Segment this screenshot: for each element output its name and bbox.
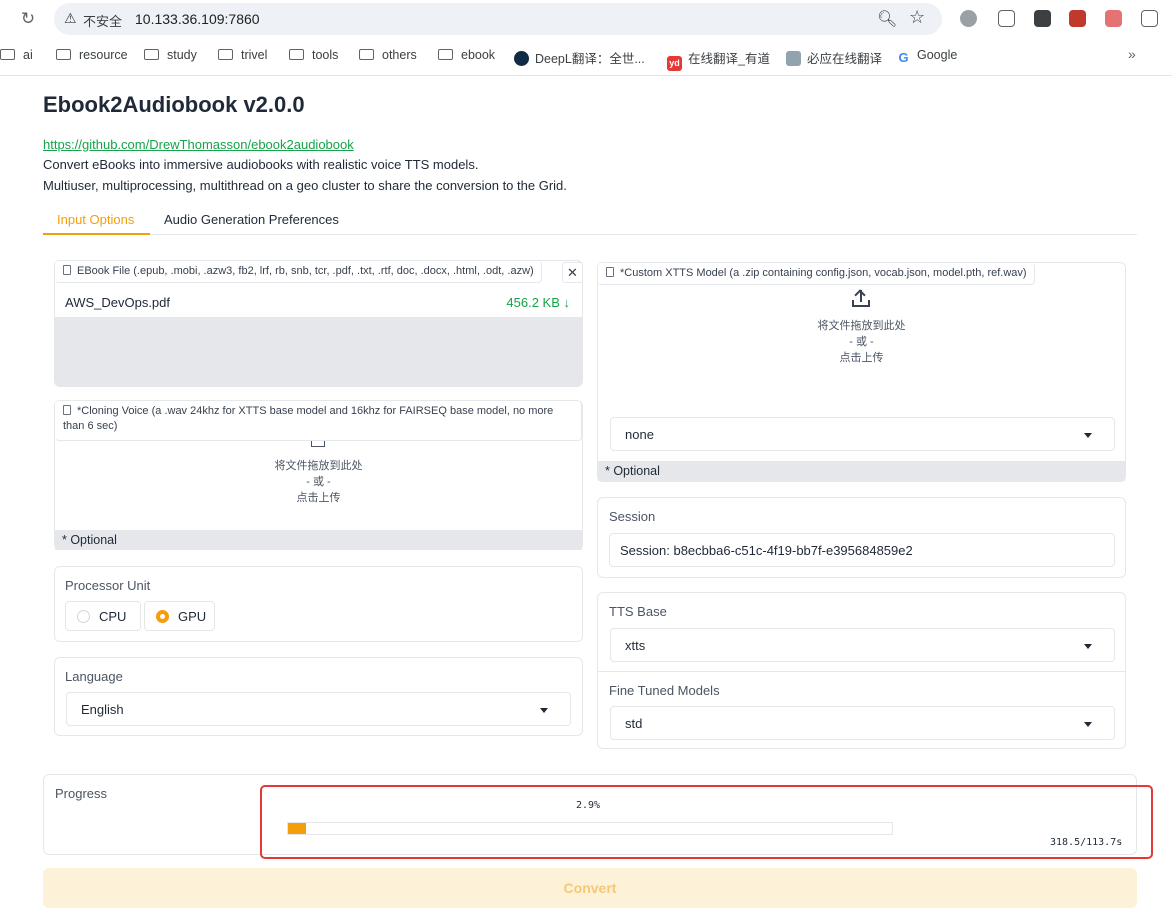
processor-unit-label: Processor Unit [65,578,151,593]
progress-label: Progress [55,786,108,801]
tts-base-label: TTS Base [609,604,667,619]
uploaded-file-name[interactable]: AWS_DevOps.pdf [65,295,170,310]
bookmark-bing[interactable]: 必应在线翻译 [786,48,882,67]
upload-icon [311,441,325,447]
uploaded-file-size-download[interactable]: 456.2 KB ↓ [506,295,570,310]
chevron-down-icon [1084,433,1092,438]
language-value: English [81,702,124,717]
extension-icon[interactable] [1034,10,1051,27]
qrcode-icon[interactable] [998,10,1015,27]
folder-icon [438,49,453,60]
tts-base-value: xtts [625,638,646,653]
warning-icon: ⚠ [64,10,77,26]
custom-model-dropzone[interactable]: 将文件拖放到此处 - 或 - 点击上传 [598,318,1125,366]
file-icon [63,405,71,415]
session-label: Session [609,509,656,524]
folder-icon [289,49,304,60]
fine-tuned-models-label: Fine Tuned Models [609,683,720,698]
ebook-file-upload[interactable]: EBook File (.epub, .mobi, .azw3, fb2, lr… [54,260,583,387]
security-warning: 不安全 [83,14,123,29]
bookmark-folder[interactable]: tools [289,48,338,62]
bookmark-youdao[interactable]: yd 在线翻译_有道 [667,48,770,71]
upload-icon [851,289,871,307]
ublock-icon[interactable] [1069,10,1086,27]
fine-tuned-models-dropdown[interactable]: std [610,706,1115,740]
processor-unit-group: Processor Unit CPU GPU [54,566,583,642]
page-title: Ebook2Audiobook v2.0.0 [43,92,305,117]
language-label: Language [65,669,123,684]
language-group: Language English [54,657,583,736]
custom-xtts-model-upload[interactable]: *Custom XTTS Model (a .zip containing co… [597,262,1126,482]
folder-icon [218,49,233,60]
chevron-down-icon [1084,644,1092,649]
folder-icon [144,49,159,60]
language-dropdown[interactable]: English [66,692,571,726]
bookmark-folder[interactable]: resource [56,48,128,62]
bing-translate-icon [786,51,801,66]
reload-icon[interactable]: ↻ [16,8,40,30]
session-value: Session: b8ecbba6-c51c-4f19-bb7f-e395684… [620,543,913,558]
chevron-down-icon [1084,722,1092,727]
custom-model-label: *Custom XTTS Model (a .zip containing co… [598,263,1035,285]
url-text[interactable]: 10.133.36.109:7860 [135,11,260,27]
radio-gpu[interactable]: GPU [144,601,215,631]
tab-audio-generation-preferences[interactable]: Audio Generation Preferences [164,212,339,227]
radio-dot [156,610,169,623]
bookmark-folder[interactable]: ebook [438,48,495,62]
session-group: Session Session: b8ecbba6-c51c-4f19-bb7f… [597,497,1126,578]
tts-base-dropdown[interactable]: xtts [610,628,1115,662]
fine-tuned-models-value: std [625,716,643,731]
bookmark-deepl[interactable]: DeepL翻译：全世... [514,48,645,67]
extension-icon[interactable] [1105,10,1122,27]
zoom-icon[interactable]: 🔍︎ [877,9,897,29]
deepl-icon [514,51,529,66]
extensions-puzzle-icon[interactable] [1141,10,1158,27]
folder-icon [56,49,71,60]
folder-icon [0,49,15,60]
bookmark-google[interactable]: G Google [896,48,957,65]
radio-dot [77,610,90,623]
custom-model-optional-note: * Optional [598,461,1125,481]
tts-settings-group: TTS Base xtts Fine Tuned Models std [597,592,1126,749]
divider [598,671,1125,672]
github-link[interactable]: https://github.com/DrewThomasson/ebook2a… [43,137,354,152]
highlight-annotation-box [260,785,1153,859]
custom-model-dropdown[interactable]: none [610,417,1115,451]
cloning-voice-label: *Cloning Voice (a .wav 24khz for XTTS ba… [55,401,582,441]
file-icon [63,265,71,275]
bookmark-folder[interactable]: ai [0,48,33,62]
radio-cpu[interactable]: CPU [65,601,141,631]
address-bar[interactable]: ⚠ 不安全 10.133.36.109:7860 🔍︎ ☆ [54,3,942,35]
convert-button[interactable]: Convert [43,868,1137,908]
clear-file-button[interactable]: ✕ [562,262,583,283]
description-line-2: Multiuser, multiprocessing, multithread … [43,178,567,193]
tab-bar: Input Options Audio Generation Preferenc… [43,205,1137,235]
cloning-voice-upload[interactable]: *Cloning Voice (a .wav 24khz for XTTS ba… [54,400,583,550]
folder-icon [359,49,374,60]
bookmarks-bar: ai resource study trivel tools others eb… [0,38,1172,76]
browser-toolbar: ↻ ⚠ 不安全 10.133.36.109:7860 🔍︎ ☆ [0,0,1172,38]
bookmark-folder[interactable]: trivel [218,48,267,62]
youdao-icon: yd [667,56,682,71]
bookmark-folder[interactable]: others [359,48,417,62]
bookmarks-overflow-icon[interactable]: » [1128,46,1136,62]
tab-input-options[interactable]: Input Options [57,212,134,227]
extension-icon[interactable] [960,10,977,27]
chevron-down-icon [540,708,548,713]
bookmark-star-icon[interactable]: ☆ [909,7,925,28]
active-tab-indicator [43,233,150,235]
google-icon: G [896,50,911,65]
ebook-file-label: EBook File (.epub, .mobi, .azw3, fb2, lr… [55,261,542,283]
bookmark-folder[interactable]: study [144,48,197,62]
description-line-1: Convert eBooks into immersive audiobooks… [43,157,479,172]
session-field[interactable]: Session: b8ecbba6-c51c-4f19-bb7f-e395684… [609,533,1115,567]
file-icon [606,267,614,277]
cloning-voice-optional-note: * Optional [55,530,582,550]
custom-model-value: none [625,427,654,442]
cloning-voice-dropzone[interactable]: 将文件拖放到此处 - 或 - 点击上传 [55,458,582,506]
